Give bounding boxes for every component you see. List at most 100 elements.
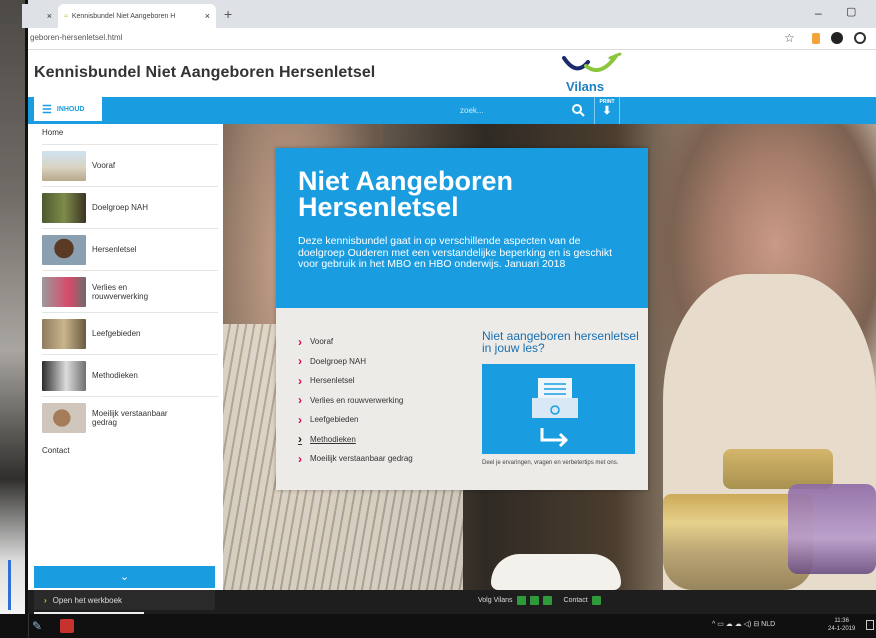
chapter-link-label: Methodieken <box>310 434 356 444</box>
sidebar-item-vooraf[interactable]: Vooraf <box>42 144 218 186</box>
sidebar-item-methodieken[interactable]: Methodieken <box>42 354 218 396</box>
os-taskbar: ✎ ^ ▭ ☁ ☁ ◁) ⊟ NLD 11:36 24-1-2019 <box>0 614 876 638</box>
url-text[interactable]: geboren-hersenletsel.html <box>30 33 123 42</box>
sidebar-item-label: Verlies en rouwverwerking <box>92 282 149 301</box>
chapter-link-label: Doelgroep NAH <box>310 356 367 366</box>
sidebar-item-leefgebieden[interactable]: Leefgebieden <box>42 312 218 354</box>
close-tab-icon[interactable]: × <box>205 11 210 21</box>
chevron-right-icon: › <box>44 595 47 605</box>
search-icon[interactable] <box>571 103 585 117</box>
chapter-link-label: Verlies en rouwverwerking <box>310 395 404 405</box>
open-workbook-label: Open het werkboek <box>52 595 123 605</box>
facebook-icon[interactable] <box>516 596 526 605</box>
address-bar[interactable]: geboren-hersenletsel.html ☆ <box>28 28 876 50</box>
sidebar-item-label: Methodieken <box>92 371 138 380</box>
sidebar-item-home[interactable]: Home <box>42 128 63 137</box>
taskbar-app-icon[interactable] <box>60 619 74 633</box>
menu-button-label: INHOUD <box>56 105 85 113</box>
maximize-icon[interactable]: ▢ <box>846 5 856 18</box>
extension-icon[interactable] <box>831 32 843 44</box>
tab-strip: × ≈ Kennisbundel Niet Aangeboren H × + –… <box>22 0 876 28</box>
clock-time: 11:36 <box>834 618 849 624</box>
open-workbook-button[interactable]: › Open het werkboek <box>34 590 215 610</box>
sidebar: Home Vooraf Doelgroep NAH Hersenletsel V… <box>28 124 223 614</box>
notification-icon[interactable] <box>866 620 874 630</box>
chapter-link-verlies[interactable]: › Verlies en rouwverwerking <box>298 391 468 411</box>
chapter-link-hersenletsel[interactable]: › Hersenletsel <box>298 371 468 391</box>
thumbnail-image <box>42 402 86 433</box>
sidebar-item-label: Leefgebieden <box>92 329 141 338</box>
chapter-link-doelgroep-nah[interactable]: › Doelgroep NAH <box>298 352 468 372</box>
sidebar-item-moeilijk-verstaanbaar-gedrag[interactable]: Moeilijk verstaanbaar gedrag <box>42 396 218 438</box>
feedback-button[interactable] <box>482 364 635 454</box>
intro-card-header: Niet Aangeboren Hersenletsel Deze kennis… <box>276 148 648 308</box>
page-favicon: ≈ <box>64 12 68 20</box>
logo-mark-icon <box>562 52 622 73</box>
language-indicator[interactable]: NLD <box>761 621 775 628</box>
chapter-link-leefgebieden[interactable]: › Leefgebieden <box>298 410 468 430</box>
vilans-logo[interactable]: Vilans <box>558 52 628 96</box>
mail-upload-icon <box>532 378 578 448</box>
background-blue-mark <box>8 560 22 610</box>
chapter-link-label: Leefgebieden <box>310 415 359 425</box>
background-photo-strip <box>0 0 28 638</box>
intro-card: Niet Aangeboren Hersenletsel Deze kennis… <box>276 148 648 490</box>
hamburger-icon: ☰ <box>42 103 52 116</box>
system-tray[interactable]: ^ ▭ ☁ ☁ ◁) ⊟ NLD <box>712 620 775 628</box>
menu-button[interactable]: ☰ INHOUD <box>34 97 102 124</box>
site-header: Kennisbundel Niet Aangeboren Hersenletse… <box>28 50 876 97</box>
chapter-link-moeilijk-verstaanbaar-gedrag[interactable]: › Moeilijk verstaanbaar gedrag <box>298 449 468 469</box>
thumbnail-image <box>42 360 86 391</box>
extension-icon[interactable] <box>812 33 820 44</box>
print-button[interactable]: PRINT ⬇ <box>594 97 620 124</box>
clock-date: 24-1-2019 <box>828 626 856 632</box>
tab-title: Kennisbundel Niet Aangeboren H <box>71 12 176 20</box>
chevron-right-icon: › <box>298 354 302 369</box>
intro-card-title: Niet Aangeboren Hersenletsel <box>298 166 514 222</box>
new-tab-button[interactable]: + <box>224 6 232 22</box>
chapter-link-vooraf[interactable]: › Vooraf <box>298 332 468 352</box>
sidebar-item-contact[interactable]: Contact <box>42 446 70 455</box>
download-arrow-icon: ⬇ <box>602 105 612 117</box>
sidebar-item-label: Hersenletsel <box>92 245 137 254</box>
sidebar-item-hersenletsel[interactable]: Hersenletsel <box>42 228 218 270</box>
sidebar-item-doelgroep-nah[interactable]: Doelgroep NAH <box>42 186 218 228</box>
nav-bar: ☰ INHOUD PRINT ⬇ <box>28 97 876 124</box>
mail-icon[interactable] <box>591 596 601 605</box>
chevron-right-icon: › <box>298 393 302 408</box>
chevron-right-icon: › <box>298 451 302 466</box>
search-input[interactable] <box>452 101 582 119</box>
chapter-link-label: Vooraf <box>310 337 334 347</box>
sidebar-item-label: Doelgroep NAH <box>92 203 149 212</box>
taskbar-clock[interactable]: 11:36 24-1-2019 <box>828 617 855 633</box>
chevron-right-icon: › <box>298 334 302 349</box>
sidebar-item-label: Moeilijk verstaanbaar gedrag <box>92 408 168 427</box>
chevron-right-icon: › <box>298 412 302 427</box>
site-footer: › Open het werkboek Volg Vilans Contact <box>28 590 876 614</box>
taskbar-app-icon[interactable]: ✎ <box>32 619 42 633</box>
feedback-note: Deel je ervaringen, vragen en verbeterti… <box>482 460 619 466</box>
footer-contact-link[interactable]: Contact <box>564 597 588 604</box>
browser-tab-previous[interactable]: × <box>22 4 58 28</box>
browser-tab-active[interactable]: ≈ Kennisbundel Niet Aangeboren H × <box>58 4 216 28</box>
bookmark-star-icon[interactable]: ☆ <box>784 31 795 45</box>
minimize-icon[interactable]: – <box>815 6 822 20</box>
sidebar-expand-button[interactable]: ⌄ <box>34 566 215 588</box>
chevron-right-icon: › <box>298 432 302 447</box>
thumbnail-image <box>42 234 86 265</box>
thumbnail-image <box>42 276 86 307</box>
sidebar-item-verlies[interactable]: Verlies en rouwverwerking <box>42 270 218 312</box>
follow-label: Volg Vilans <box>478 597 513 604</box>
linkedin-icon[interactable] <box>542 596 552 605</box>
account-icon[interactable] <box>854 32 866 44</box>
sidebar-item-label: Vooraf <box>92 161 116 170</box>
chapter-link-list: › Vooraf › Doelgroep NAH › Hersenletsel › Ve… <box>298 332 468 469</box>
thumbnail-image <box>42 192 86 223</box>
logo-wordmark: Vilans <box>566 79 605 94</box>
twitter-icon[interactable] <box>529 596 539 605</box>
browser-window: × ≈ Kennisbundel Niet Aangeboren H × + –… <box>22 0 876 614</box>
close-tab-icon[interactable]: × <box>47 11 52 21</box>
chapter-link-methodieken[interactable]: › Methodieken <box>298 430 468 450</box>
site-title: Kennisbundel Niet Aangeboren Hersenletse… <box>34 64 376 81</box>
intro-card-text: Deze kennisbundel gaat in op verschillen… <box>298 235 613 270</box>
